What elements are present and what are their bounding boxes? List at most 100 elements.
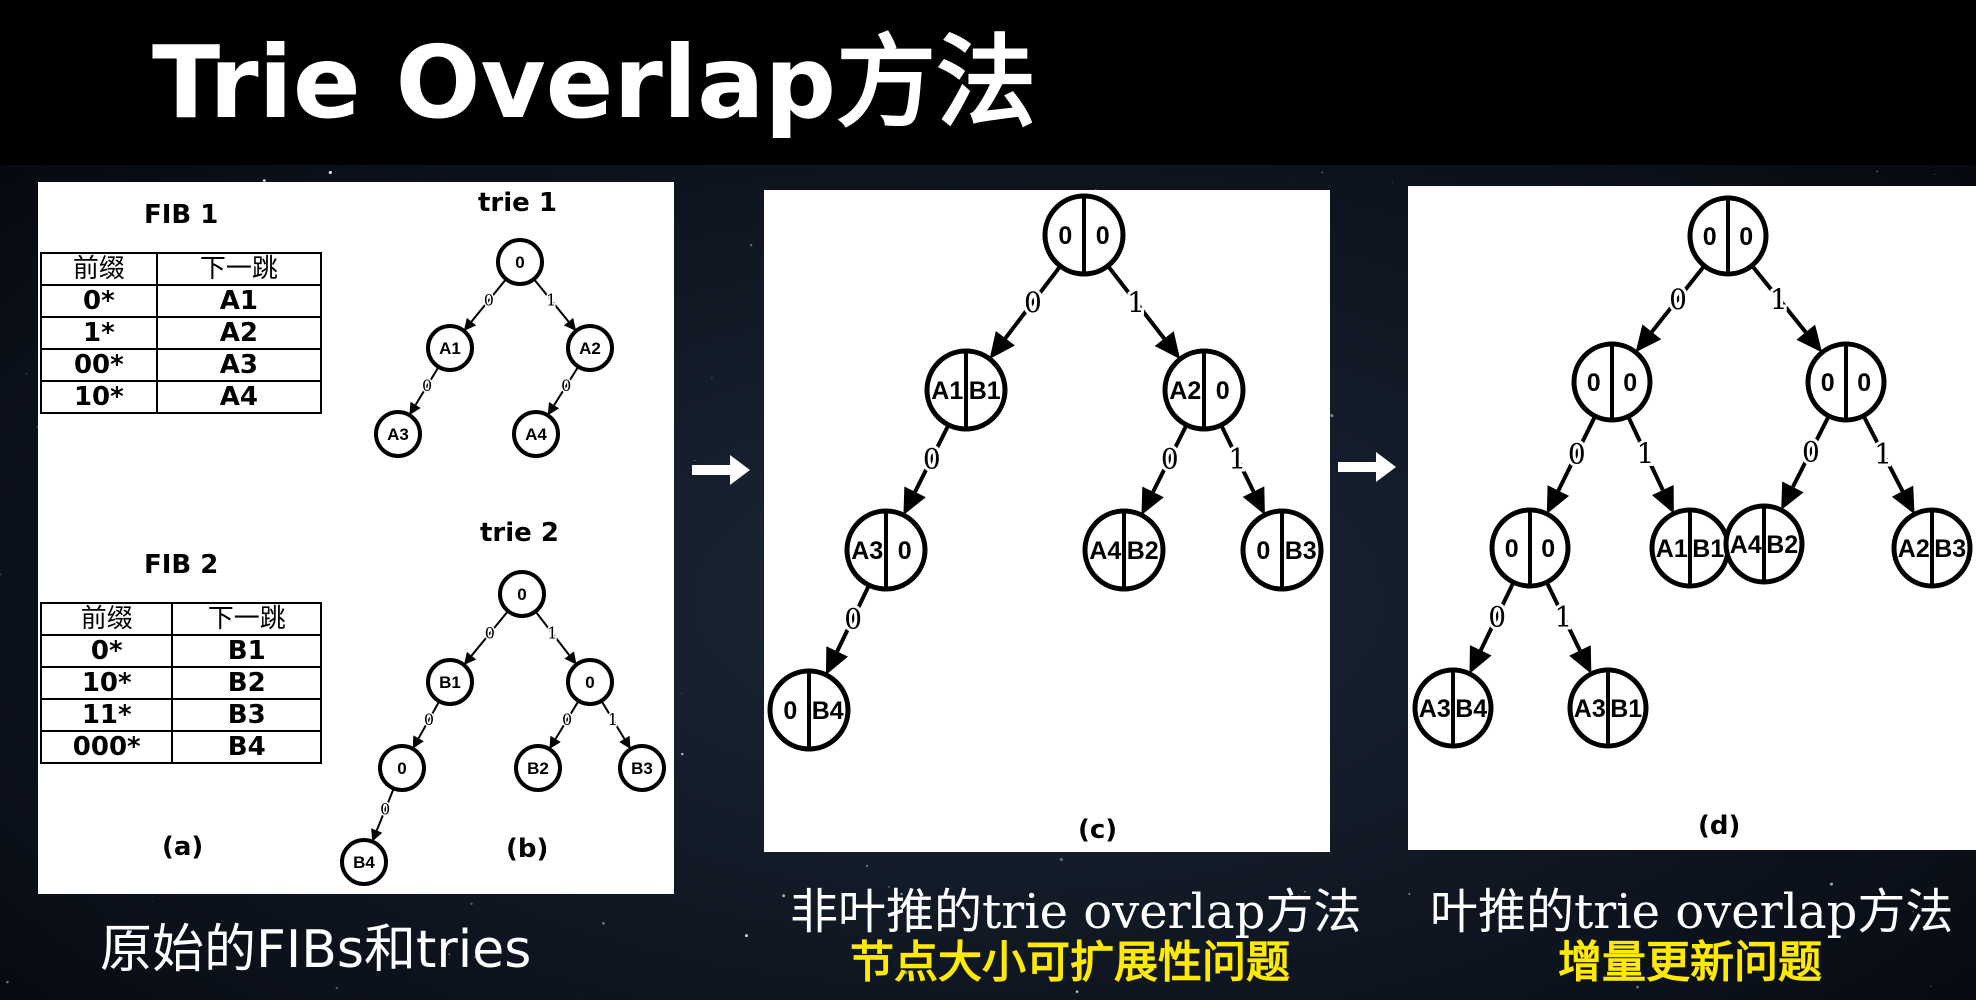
trie-d-node-left-label: 0 <box>1587 369 1601 397</box>
trie1-edge-arrowhead <box>547 402 560 416</box>
caption-line2: 增量更新问题 <box>1558 936 1822 988</box>
trie-c-node-left-label: A1 <box>931 377 963 405</box>
star <box>335 987 338 990</box>
arrow-right-icon <box>692 455 750 485</box>
trie2-edge-arrowhead <box>619 735 631 750</box>
trie-d-node-right-label: B2 <box>1766 531 1798 559</box>
trie2-edge-label: 0 <box>424 710 434 729</box>
star <box>1292 176 1294 177</box>
label-d: (d) <box>1698 811 1741 841</box>
trie1-node-label: A3 <box>387 425 409 444</box>
trie-c-node-left-label: A2 <box>1169 377 1201 405</box>
caption-line1: 非叶推的trie overlap方法 <box>790 884 1362 940</box>
trie-d-edge-label: 0 <box>1669 283 1687 316</box>
caption-original: 原始的FIBs和tries <box>100 920 532 980</box>
trie1-edge-label: 0 <box>484 290 494 309</box>
star <box>581 998 583 1000</box>
trie1-edge-arrowhead <box>463 317 477 331</box>
trie2-node-label: B4 <box>353 853 375 872</box>
trie-d-node-left-label: A3 <box>1419 695 1451 723</box>
star <box>328 170 332 175</box>
trie-d-node-right-label: B1 <box>1692 535 1724 563</box>
trie2-node-label: 0 <box>585 673 594 692</box>
trie-c-node-left-label: 0 <box>1256 537 1270 565</box>
trie-d-node-left-label: A1 <box>1656 535 1688 563</box>
trie-d-node-right-label: 0 <box>1857 369 1871 397</box>
trie2-edge-label: 0 <box>485 623 495 642</box>
star <box>1059 857 1063 862</box>
trie-d-node-left-label: 0 <box>1505 535 1519 563</box>
trie-d-edge-arrowhead <box>1796 324 1823 353</box>
trie2-edge-label: 1 <box>547 623 557 642</box>
star <box>152 900 153 902</box>
trie-d-edge-label: 1 <box>1554 600 1572 633</box>
star <box>1876 170 1878 173</box>
panel-leaf-pushing: 0 1 0 1 0 1 0 1 0 0 0 0 0 0 0 0 A1 B1 A4 B2 A2 B3 A3 B4 A3 B1 (d) <box>1408 186 1976 850</box>
trie-d-edge-label: 0 <box>1802 435 1820 468</box>
trie1-node-label: 0 <box>515 253 524 272</box>
caption-non-leaf: 非叶推的trie overlap方法 节点大小可扩展性问题 <box>790 884 1362 988</box>
star <box>1330 413 1334 418</box>
trie-diagram-c: 0 10 0 100 0A1 B1 A2 0A3 0 A4 B2 0 B30 B4 <box>767 193 1324 752</box>
trie-d-node-right-label: 0 <box>1739 223 1753 251</box>
trie-c-node-left-label: A3 <box>851 537 883 565</box>
trie2-node-label: B1 <box>439 673 461 692</box>
trie-c-edge-label: 1 <box>1228 442 1246 475</box>
trie2-node-label: B3 <box>631 759 653 778</box>
trie1-node-label: A4 <box>525 425 547 444</box>
trie-c-node-left-label: 0 <box>783 697 797 725</box>
star <box>711 377 713 379</box>
star <box>866 864 869 867</box>
trie-c-edge-label: 1 <box>1127 286 1145 319</box>
star <box>681 752 684 756</box>
caption-text: 原始的FIBs和tries <box>100 920 532 980</box>
trie-c-node-right-label: B1 <box>969 377 1001 405</box>
trie2-node-label: B2 <box>527 759 549 778</box>
star <box>26 373 28 375</box>
star <box>470 902 473 905</box>
trie1-edge-label: 0 <box>561 376 571 395</box>
trie-c-edge-label: 0 <box>844 602 862 635</box>
trie-diagram-d: 0 10 1 0 10 10 00 0 0 00 0 A1 B1 A4 B2 A2 B3A3 B4 A3 B1 <box>1412 195 1973 749</box>
panel-non-leaf-pushing: 0 1 0 0 1 0 0 0 A1 B1 A2 0 A3 0 A4 B2 0 B3 0 B4 (c) <box>764 190 1330 852</box>
trie-d-node-left-label: A4 <box>1730 531 1762 559</box>
caption-line2: 节点大小可扩展性问题 <box>850 936 1290 988</box>
trie1-edge-arrowhead <box>563 317 577 331</box>
trie1-edge-label: 0 <box>422 376 432 395</box>
star <box>1408 892 1411 895</box>
trie2-edge-arrowhead <box>463 651 477 665</box>
trie1-node-label: A1 <box>439 339 461 358</box>
trie-d-node-left-label: A2 <box>1898 535 1930 563</box>
trie-diagram-b: 0 10 00A1 A2A3 A40 10 0 100B1 00 B2 B3B4 <box>340 238 666 886</box>
star <box>1321 171 1323 174</box>
trie-c-edge-arrowhead <box>989 331 1015 359</box>
trie-c-edge-label: 0 <box>1161 442 1179 475</box>
trie-c-node-left-label: 0 <box>1058 222 1072 250</box>
star <box>782 894 786 898</box>
star <box>681 692 683 694</box>
trie-d-edge-label: 1 <box>1770 283 1788 316</box>
trie-d-edge-label: 1 <box>1874 437 1892 470</box>
trie-c-node-right-label: 0 <box>898 537 912 565</box>
trie2-node-label: 0 <box>517 585 526 604</box>
trie-c-edge-label: 0 <box>1024 286 1042 319</box>
trie-d-edge-label: 0 <box>1488 600 1506 633</box>
trie-c-node-right-label: 0 <box>1216 377 1230 405</box>
trie2-edge-label: 0 <box>380 799 390 818</box>
trie-d-node-right-label: B3 <box>1934 535 1966 563</box>
trie1-node-label: A2 <box>579 339 601 358</box>
star <box>602 922 605 925</box>
trie2-edge-arrowhead <box>549 735 561 750</box>
trie-c-edge-arrowhead <box>1154 331 1181 360</box>
star <box>750 243 753 247</box>
trie2-edge-label: 0 <box>562 710 572 729</box>
caption-leaf: 叶推的trie overlap方法 增量更新问题 <box>1430 886 1953 988</box>
star <box>1391 181 1393 183</box>
label-c: (c) <box>1078 815 1118 845</box>
trie-d-edge-label: 0 <box>1568 437 1586 470</box>
panel-original-fibs: FIB 1 前缀 下一跳 0* A1 1* A2 00* A3 10* A4 FIB 2… <box>38 182 674 894</box>
trie-c-node-right-label: 0 <box>1096 222 1110 250</box>
trie-c-node-right-label: B4 <box>812 697 844 725</box>
star <box>6 980 9 984</box>
trie-d-node-left-label: 0 <box>1821 369 1835 397</box>
